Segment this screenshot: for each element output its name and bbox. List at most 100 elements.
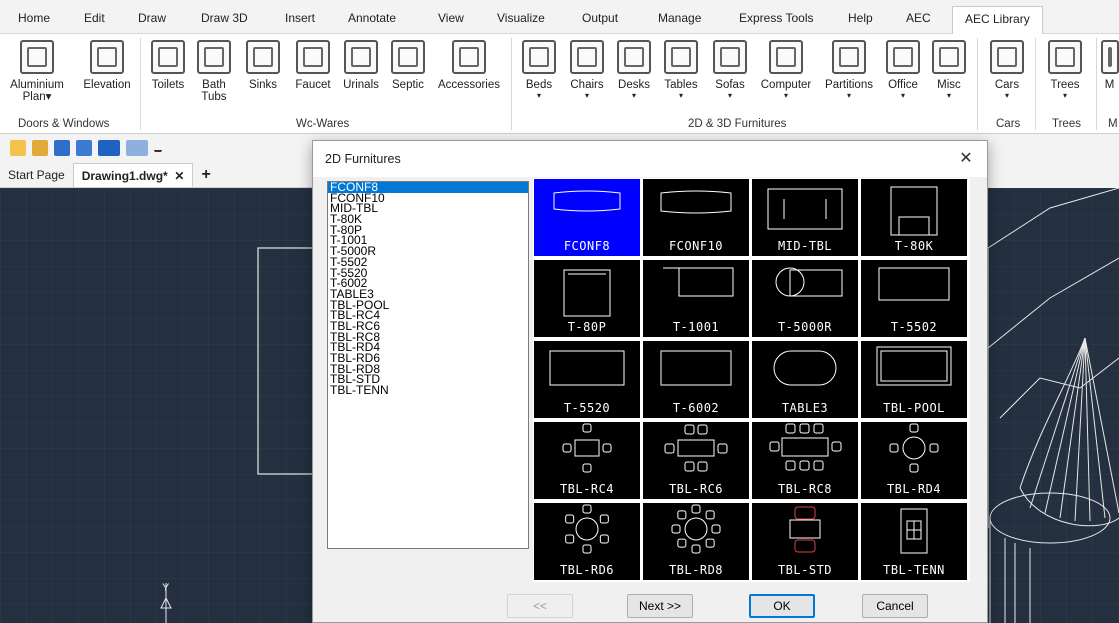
- ucs-y-label: Y: [162, 582, 170, 594]
- new-icon[interactable]: [10, 140, 26, 156]
- menu-draw-3d[interactable]: Draw 3D: [201, 11, 248, 25]
- menu-help[interactable]: Help: [848, 11, 873, 25]
- desks-button[interactable]: Desks ▾: [612, 40, 656, 100]
- septic-button[interactable]: Septic: [385, 40, 431, 91]
- customize-icon[interactable]: [154, 144, 162, 152]
- misc-button[interactable]: Misc ▾: [926, 40, 972, 100]
- menu-annotate[interactable]: Annotate: [348, 11, 396, 25]
- previous-button[interactable]: << Previous: [507, 594, 573, 623]
- thumbnail-mid-tbl[interactable]: MID-TBL: [752, 179, 858, 256]
- dialog-title: 2D Furnitures: [325, 152, 401, 166]
- menu-insert[interactable]: Insert: [285, 11, 315, 25]
- thumbnail-t-5520[interactable]: T-5520: [534, 341, 640, 418]
- group-divider: [977, 38, 978, 130]
- thumbnail-label: TBL-RD8: [668, 563, 724, 577]
- more-button[interactable]: M: [1100, 40, 1119, 91]
- trees-button[interactable]: Trees ▾: [1040, 40, 1090, 100]
- close-icon[interactable]: ✕: [174, 169, 184, 183]
- menu-home[interactable]: Home: [18, 11, 50, 25]
- thumbnail-tbl-rc4[interactable]: TBL-RC4: [534, 422, 640, 499]
- thumbnail-tbl-pool[interactable]: TBL-POOL: [861, 341, 967, 418]
- thumbnail-t-5502[interactable]: T-5502: [861, 260, 967, 337]
- thumbnail-t-1001[interactable]: T-1001: [643, 260, 749, 337]
- thumbnail-tbl-rc8[interactable]: TBL-RC8: [752, 422, 858, 499]
- table-icon: [664, 40, 698, 74]
- list-item[interactable]: TBL-TENN: [328, 384, 528, 396]
- group-cars: Cars: [996, 118, 1021, 130]
- cars-button[interactable]: Cars ▾: [984, 40, 1030, 100]
- thumbnail-label: T-80P: [567, 320, 607, 334]
- furniture-preview: [664, 424, 728, 472]
- group-divider: [511, 38, 512, 130]
- tab-drawing1[interactable]: Drawing1.dwg* ✕: [72, 162, 194, 187]
- thumbnail-fconf8[interactable]: FCONF8: [534, 179, 640, 256]
- thumbnail-tbl-rd4[interactable]: TBL-RD4: [861, 422, 967, 499]
- close-icon[interactable]: ✕: [951, 145, 981, 173]
- next-button[interactable]: Next >>: [627, 594, 693, 618]
- elevation-button[interactable]: Elevation: [78, 40, 136, 91]
- sofas-button[interactable]: Sofas ▾: [708, 40, 752, 100]
- chair-icon: [570, 40, 604, 74]
- thumbnail-t-5000r[interactable]: T-5000R: [752, 260, 858, 337]
- furniture-preview: [890, 186, 938, 236]
- add-tab-icon[interactable]: +: [193, 166, 218, 184]
- furniture-preview: [553, 190, 621, 212]
- thumbnail-label: TBL-RC8: [777, 482, 833, 496]
- tab-start-page[interactable]: Start Page: [0, 168, 73, 182]
- aluminium-plan-button[interactable]: Aluminium Plan▾: [2, 40, 72, 103]
- thumbnail-t-6002[interactable]: T-6002: [643, 341, 749, 418]
- thumbnail-fconf10[interactable]: FCONF10: [643, 179, 749, 256]
- urinals-button[interactable]: Urinals: [338, 40, 384, 91]
- menu-visualize[interactable]: Visualize: [497, 11, 545, 25]
- menu-manage[interactable]: Manage: [658, 11, 701, 25]
- chairs-button[interactable]: Chairs ▾: [564, 40, 610, 100]
- save-as-icon[interactable]: [76, 140, 92, 156]
- save-icon[interactable]: [54, 140, 70, 156]
- menu-aec-library[interactable]: AEC Library: [952, 6, 1043, 34]
- thumbnail-t-80p[interactable]: T-80P: [534, 260, 640, 337]
- thumbnail-tbl-rd6[interactable]: TBL-RD6: [534, 503, 640, 580]
- open-icon[interactable]: [32, 140, 48, 156]
- beds-button[interactable]: Beds ▾: [518, 40, 560, 100]
- undo-icon[interactable]: [98, 140, 120, 156]
- group-more: M: [1108, 118, 1118, 130]
- toilets-button[interactable]: Toilets: [146, 40, 190, 91]
- partitions-button[interactable]: Partitions ▾: [818, 40, 880, 100]
- office-button[interactable]: Office ▾: [878, 40, 928, 100]
- ok-button[interactable]: OK: [749, 594, 815, 618]
- thumbnail-t-80k[interactable]: T-80K: [861, 179, 967, 256]
- thumbnail-label: T-1001: [672, 320, 720, 334]
- partition-icon: [832, 40, 866, 74]
- faucet-button[interactable]: Faucet: [290, 40, 336, 91]
- menu-view[interactable]: View: [438, 11, 464, 25]
- computer-button[interactable]: Computer ▾: [754, 40, 818, 100]
- furniture-list[interactable]: FCONF8 FCONF10 MID-TBL T-80K T-80P T-1001 T-50…: [327, 181, 529, 549]
- accessories-button[interactable]: Accessories: [432, 40, 506, 91]
- menu-output[interactable]: Output: [582, 11, 618, 25]
- thumbnail-table3[interactable]: TABLE3: [752, 341, 858, 418]
- car-icon: [990, 40, 1024, 74]
- redo-icon[interactable]: [126, 140, 148, 156]
- thumbnail-tbl-rc6[interactable]: TBL-RC6: [643, 422, 749, 499]
- sink-icon: [246, 40, 280, 74]
- menu-aec[interactable]: AEC: [906, 11, 931, 25]
- group-divider: [140, 38, 141, 130]
- thumbnail-tbl-rd8[interactable]: TBL-RD8: [643, 503, 749, 580]
- accessories-icon: [452, 40, 486, 74]
- thumbnail-tbl-std[interactable]: TBL-STD: [752, 503, 858, 580]
- menu-edit[interactable]: Edit: [84, 11, 105, 25]
- tree-icon: [1048, 40, 1082, 74]
- ribbon: Aluminium Plan▾ Elevation Toilets Bath Tub…: [0, 34, 1119, 134]
- cancel-button[interactable]: Cancel: [862, 594, 928, 618]
- furniture-preview: [900, 508, 928, 554]
- menu-draw[interactable]: Draw: [138, 11, 166, 25]
- bath-tubs-button[interactable]: Bath Tubs: [194, 40, 234, 103]
- sinks-button[interactable]: Sinks: [240, 40, 286, 91]
- piano-icon: [932, 40, 966, 74]
- furniture-preview: [773, 350, 837, 386]
- thumbnail-tbl-tenn[interactable]: TBL-TENN: [861, 503, 967, 580]
- thumbnail-grid: FCONF8 FCONF10 MID-TBL T-80K T-80P T-1001 T-50…: [533, 178, 970, 582]
- tables-button[interactable]: Tables ▾: [658, 40, 704, 100]
- menu-express-tools[interactable]: Express Tools: [739, 11, 813, 25]
- toilet-icon: [151, 40, 185, 74]
